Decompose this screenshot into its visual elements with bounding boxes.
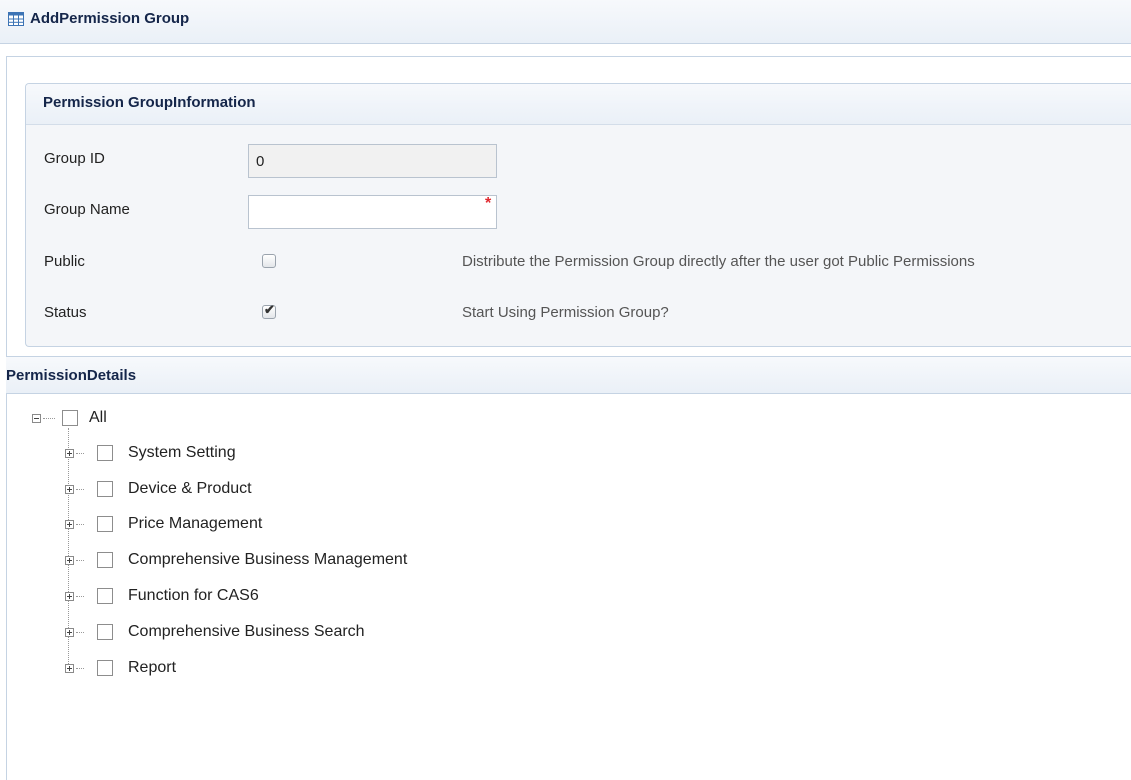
tree-item-label: Report: [128, 659, 177, 676]
expand-toggle-icon[interactable]: [65, 520, 74, 529]
expand-toggle-icon[interactable]: [65, 664, 74, 673]
tree-connector: [76, 632, 84, 633]
tree-item-checkbox[interactable]: [97, 552, 113, 568]
tree-connector: [43, 418, 55, 419]
tree-checkbox-all[interactable]: [62, 410, 78, 426]
tree-item-checkbox[interactable]: [97, 516, 113, 532]
tree-item-label: Comprehensive Business Management: [128, 551, 408, 568]
tree-connector: [76, 453, 84, 454]
tree-label-all: All: [89, 409, 107, 426]
tree-item-checkbox[interactable]: [97, 588, 113, 604]
tree-item-checkbox[interactable]: [97, 624, 113, 640]
group-name-label: Group Name: [44, 201, 130, 218]
tree-connector: [76, 668, 84, 669]
expand-toggle-icon[interactable]: [65, 592, 74, 601]
checkmark-icon: ✔: [264, 302, 275, 317]
tree-connector: [76, 489, 84, 490]
required-marker: *: [485, 195, 492, 212]
window-title: AddPermission Group: [30, 10, 190, 27]
tree-item-label: Device & Product: [128, 480, 252, 497]
group-id-label: Group ID: [44, 150, 105, 167]
status-label: Status: [44, 304, 87, 321]
public-label: Public: [44, 253, 85, 270]
info-panel-title: Permission GroupInformation: [43, 94, 256, 111]
tree-item-label: Function for CAS6: [128, 587, 259, 604]
tree-item-label: Comprehensive Business Search: [128, 623, 365, 640]
tree-connector: [76, 560, 84, 561]
tree-item-label: System Setting: [128, 444, 236, 461]
public-description: Distribute the Permission Group directly…: [462, 253, 975, 270]
permission-details-header: PermissionDetails: [6, 356, 1131, 394]
group-name-field[interactable]: [248, 195, 497, 229]
group-id-field[interactable]: [248, 144, 497, 178]
tree-connector: [76, 524, 84, 525]
info-panel-header: Permission GroupInformation: [26, 84, 1131, 125]
tree-connector: [76, 596, 84, 597]
expand-toggle-icon[interactable]: [65, 628, 74, 637]
window-titlebar: AddPermission Group: [0, 0, 1131, 44]
expand-toggle-icon[interactable]: [65, 556, 74, 565]
collapse-toggle-icon[interactable]: [32, 414, 41, 423]
permission-details-title: PermissionDetails: [6, 367, 137, 384]
expand-toggle-icon[interactable]: [65, 485, 74, 494]
public-checkbox[interactable]: [262, 254, 276, 268]
tree-item-checkbox[interactable]: [97, 481, 113, 497]
tree-item-checkbox[interactable]: [97, 660, 113, 676]
tree-item-label: Price Management: [128, 515, 263, 532]
table-grid-icon: [8, 12, 24, 26]
status-description: Start Using Permission Group?: [462, 304, 669, 321]
tree-item-checkbox[interactable]: [97, 445, 113, 461]
expand-toggle-icon[interactable]: [65, 449, 74, 458]
status-checkbox[interactable]: ✔: [262, 302, 276, 319]
